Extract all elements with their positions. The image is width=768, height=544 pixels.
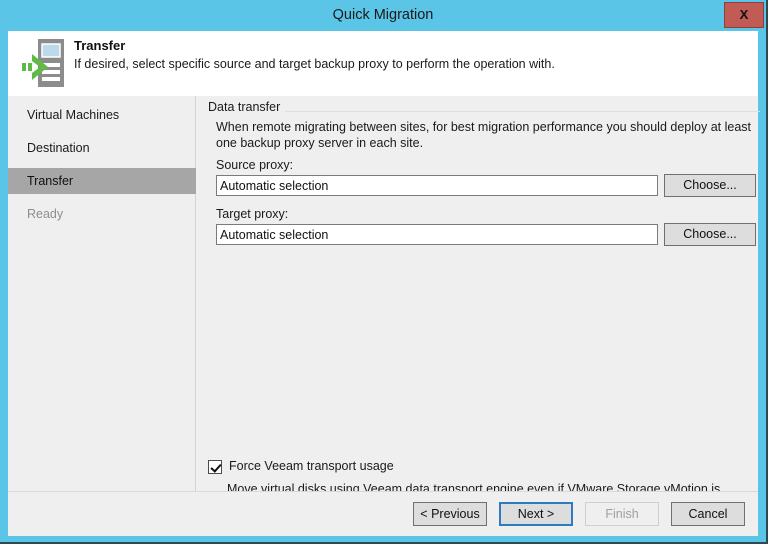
previous-button[interactable]: < Previous <box>413 502 487 526</box>
group-label-data-transfer: Data transfer <box>208 100 285 114</box>
target-proxy-choose-button[interactable]: Choose... <box>664 223 756 246</box>
force-transport-checkbox[interactable] <box>208 460 222 474</box>
intro-text: When remote migrating between sites, for… <box>216 119 756 151</box>
group-divider <box>208 111 760 112</box>
page-title: Transfer <box>74 38 125 53</box>
header-panel: Transfer If desired, select specific sou… <box>8 31 758 96</box>
main-content: Data transfer When remote migrating betw… <box>197 96 758 491</box>
quick-migration-dialog: Quick Migration X Transfer If desired, s… <box>0 0 768 544</box>
sidebar-item-virtual-machines[interactable]: Virtual Machines <box>8 102 196 128</box>
dialog-body: Transfer If desired, select specific sou… <box>8 31 758 536</box>
wizard-steps-sidebar: Virtual Machines Destination Transfer Re… <box>8 96 196 491</box>
target-proxy-label: Target proxy: <box>216 207 288 221</box>
footer-button-bar: < Previous Next > Finish Cancel <box>8 491 758 536</box>
sidebar-item-ready: Ready <box>8 201 196 227</box>
cancel-button[interactable]: Cancel <box>671 502 745 526</box>
sidebar-item-transfer[interactable]: Transfer <box>8 168 196 194</box>
sidebar-item-destination[interactable]: Destination <box>8 135 196 161</box>
server-transfer-icon <box>16 37 74 89</box>
title-bar: Quick Migration X <box>0 0 766 31</box>
force-transport-label[interactable]: Force Veeam transport usage <box>229 459 394 473</box>
source-proxy-label: Source proxy: <box>216 158 293 172</box>
source-proxy-input[interactable] <box>216 175 658 196</box>
page-subtitle: If desired, select specific source and t… <box>74 57 555 71</box>
target-proxy-input[interactable] <box>216 224 658 245</box>
source-proxy-choose-button[interactable]: Choose... <box>664 174 756 197</box>
finish-button: Finish <box>585 502 659 526</box>
next-button[interactable]: Next > <box>499 502 573 526</box>
window-title: Quick Migration <box>0 0 766 31</box>
close-button[interactable]: X <box>724 2 764 28</box>
